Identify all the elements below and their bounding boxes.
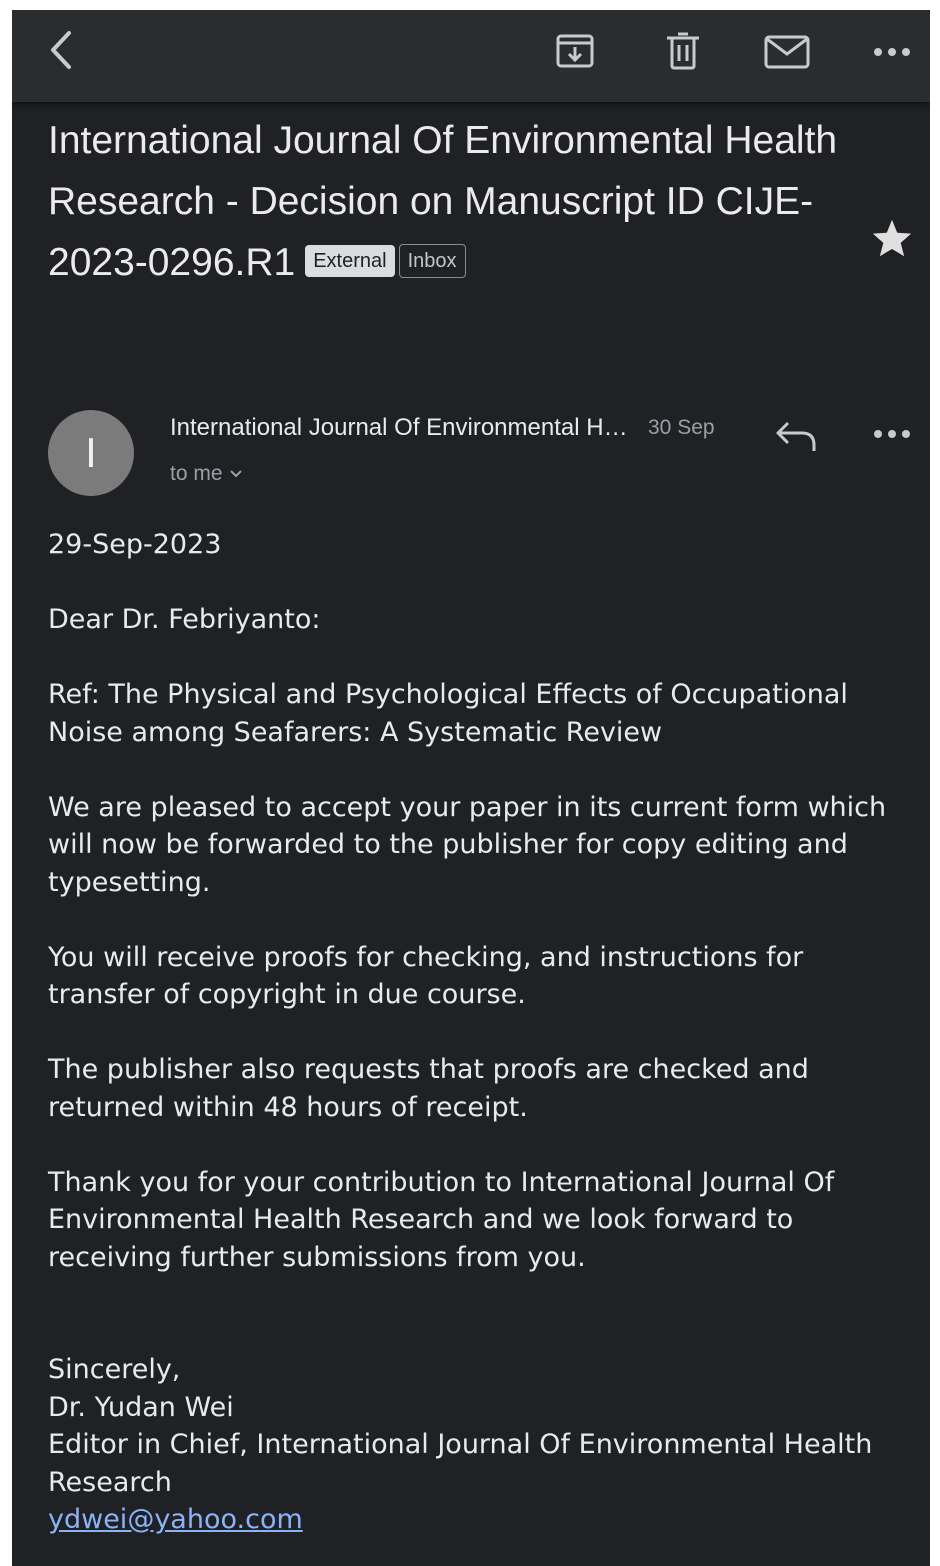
recipient-toggle[interactable]: to me xyxy=(170,462,243,486)
signer-email-link[interactable]: ydwei@yahoo.com xyxy=(48,1501,918,1539)
message-more-icon[interactable] xyxy=(870,414,914,454)
closing: Sincerely, xyxy=(48,1354,181,1385)
archive-icon[interactable] xyxy=(552,28,598,74)
mail-icon[interactable] xyxy=(762,30,812,74)
body-paragraph-4: Thank you for your contribution to Inter… xyxy=(48,1166,835,1273)
email-date: 30 Sep xyxy=(648,416,715,439)
body-paragraph-1: We are pleased to accept your paper in i… xyxy=(48,791,887,898)
reply-icon[interactable] xyxy=(772,414,820,458)
label-external[interactable]: External xyxy=(305,245,395,277)
top-toolbar xyxy=(12,10,930,102)
body-paragraph-2: You will receive proofs for checking, an… xyxy=(48,941,804,1011)
avatar: I xyxy=(48,410,134,496)
sender-name[interactable]: International Journal Of Environmental H… xyxy=(170,414,630,442)
chevron-down-icon xyxy=(229,470,242,478)
body-paragraph-3: The publisher also requests that proofs … xyxy=(48,1054,809,1123)
recipient-label: to me xyxy=(170,462,223,485)
trash-icon[interactable] xyxy=(660,28,706,74)
more-horizontal-icon[interactable] xyxy=(870,32,914,72)
email-subject: International Journal Of Environmental H… xyxy=(48,110,848,293)
star-icon[interactable] xyxy=(870,216,914,260)
signer-name: Dr. Yudan Wei xyxy=(48,1391,234,1423)
email-view: International Journal Of Environmental H… xyxy=(12,10,930,1566)
body-date: 29-Sep-2023 xyxy=(48,529,222,560)
signer-title: Editor in Chief, International Journal O… xyxy=(48,1429,873,1498)
label-inbox[interactable]: Inbox xyxy=(398,244,466,278)
email-body: 29-Sep-2023 Dear Dr. Febriyanto: Ref: Th… xyxy=(48,526,918,1539)
body-ref: Ref: The Physical and Psychological Effe… xyxy=(48,679,848,748)
signature: Sincerely, Dr. Yudan Wei Editor in Chief… xyxy=(48,1351,918,1539)
body-salutation: Dear Dr. Febriyanto: xyxy=(48,604,321,635)
back-arrow-icon[interactable] xyxy=(40,28,84,72)
